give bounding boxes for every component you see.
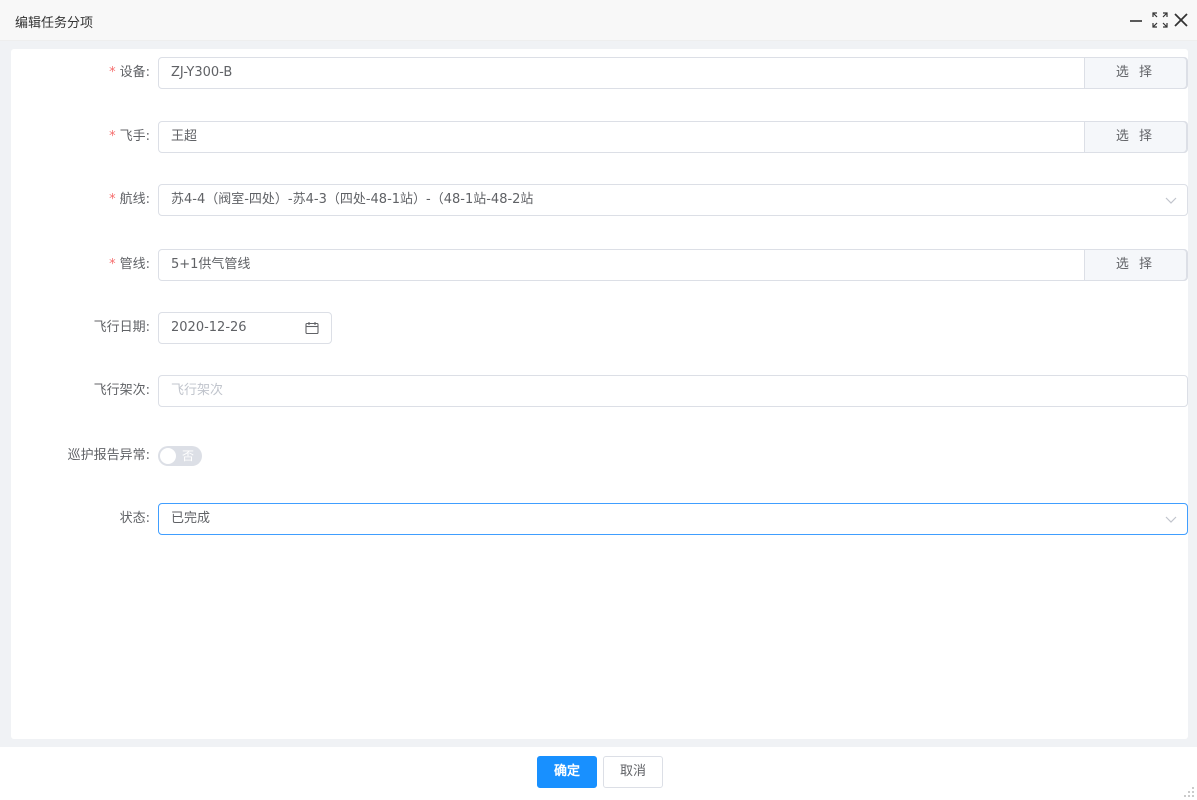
device-select-button[interactable]: 选 择 [1084,57,1187,89]
confirm-button[interactable]: 确定 [537,756,597,788]
pilot-value: 王超 [171,129,198,144]
switch-knob [160,448,176,464]
flight-date-value: 2020-12-26 [171,320,247,335]
chevron-down-icon [1165,516,1177,523]
form-row-flight-date: 飞行日期: 2020-12-26 [11,312,1188,344]
device-label: * 设备: [109,65,150,80]
dialog-window: 编辑任务分项 * 设备: ZJ-Y300-B 选 择 * 飞手: 王超 选 择 … [0,0,1197,800]
minimize-icon[interactable] [1129,12,1145,28]
patrol-abnormal-label: 巡护报告异常: [67,448,150,463]
status-value: 已完成 [171,511,211,526]
title-bar: 编辑任务分项 [0,0,1197,41]
maximize-icon[interactable] [1152,12,1168,28]
pilot-select-button[interactable]: 选 择 [1084,121,1187,153]
close-icon[interactable] [1173,12,1189,28]
pipeline-input[interactable]: 5+1供气管线 选 择 [158,249,1188,281]
calendar-icon [305,322,319,335]
form-row-route: * 航线: 苏4-4（阀室-四处）-苏4-3（四处-48-1站）-（48-1站-4… [11,184,1188,216]
required-mark: * [109,257,116,272]
flight-date-picker[interactable]: 2020-12-26 [158,312,332,344]
chevron-down-icon [1165,197,1177,204]
dialog-title: 编辑任务分项 [15,16,94,31]
form-row-device: * 设备: ZJ-Y300-B 选 择 [11,57,1188,89]
form-row-sortie: 飞行架次: 飞行架次 [11,375,1188,407]
pipeline-value: 5+1供气管线 [171,257,251,272]
status-label: 状态: [119,511,150,526]
dialog-footer: 确定 取消 [0,747,1197,800]
form-row-pilot: * 飞手: 王超 选 择 [11,121,1188,153]
pilot-label: * 飞手: [109,129,150,144]
sortie-input[interactable]: 飞行架次 [158,375,1188,407]
pipeline-label: * 管线: [109,257,150,272]
device-value: ZJ-Y300-B [171,65,233,80]
route-label: * 航线: [109,192,150,207]
form-row-patrol-abnormal: 巡护报告异常: 否 [11,440,1188,472]
route-select[interactable]: 苏4-4（阀室-四处）-苏4-3（四处-48-1站）-（48-1站-48-2站 [158,184,1188,216]
flight-date-label: 飞行日期: [93,320,150,335]
pilot-input[interactable]: 王超 选 择 [158,121,1188,153]
patrol-abnormal-switch[interactable]: 否 [158,446,202,466]
required-mark: * [109,65,116,80]
resize-grip-icon[interactable] [1183,786,1195,798]
required-mark: * [109,129,116,144]
sortie-placeholder: 飞行架次 [171,383,224,398]
pipeline-select-button[interactable]: 选 择 [1084,249,1187,281]
device-input[interactable]: ZJ-Y300-B 选 择 [158,57,1188,89]
required-mark: * [109,192,116,207]
route-value: 苏4-4（阀室-四处）-苏4-3（四处-48-1站）-（48-1站-48-2站 [171,192,534,207]
sortie-label: 飞行架次: [93,383,150,398]
form-row-status: 状态: 已完成 [11,503,1188,535]
status-select[interactable]: 已完成 [158,503,1188,535]
switch-text: 否 [182,449,195,463]
form-row-pipeline: * 管线: 5+1供气管线 选 择 [11,249,1188,281]
cancel-button[interactable]: 取消 [603,756,663,788]
form-panel: * 设备: ZJ-Y300-B 选 择 * 飞手: 王超 选 择 * 航线: 苏4-4… [11,49,1188,739]
